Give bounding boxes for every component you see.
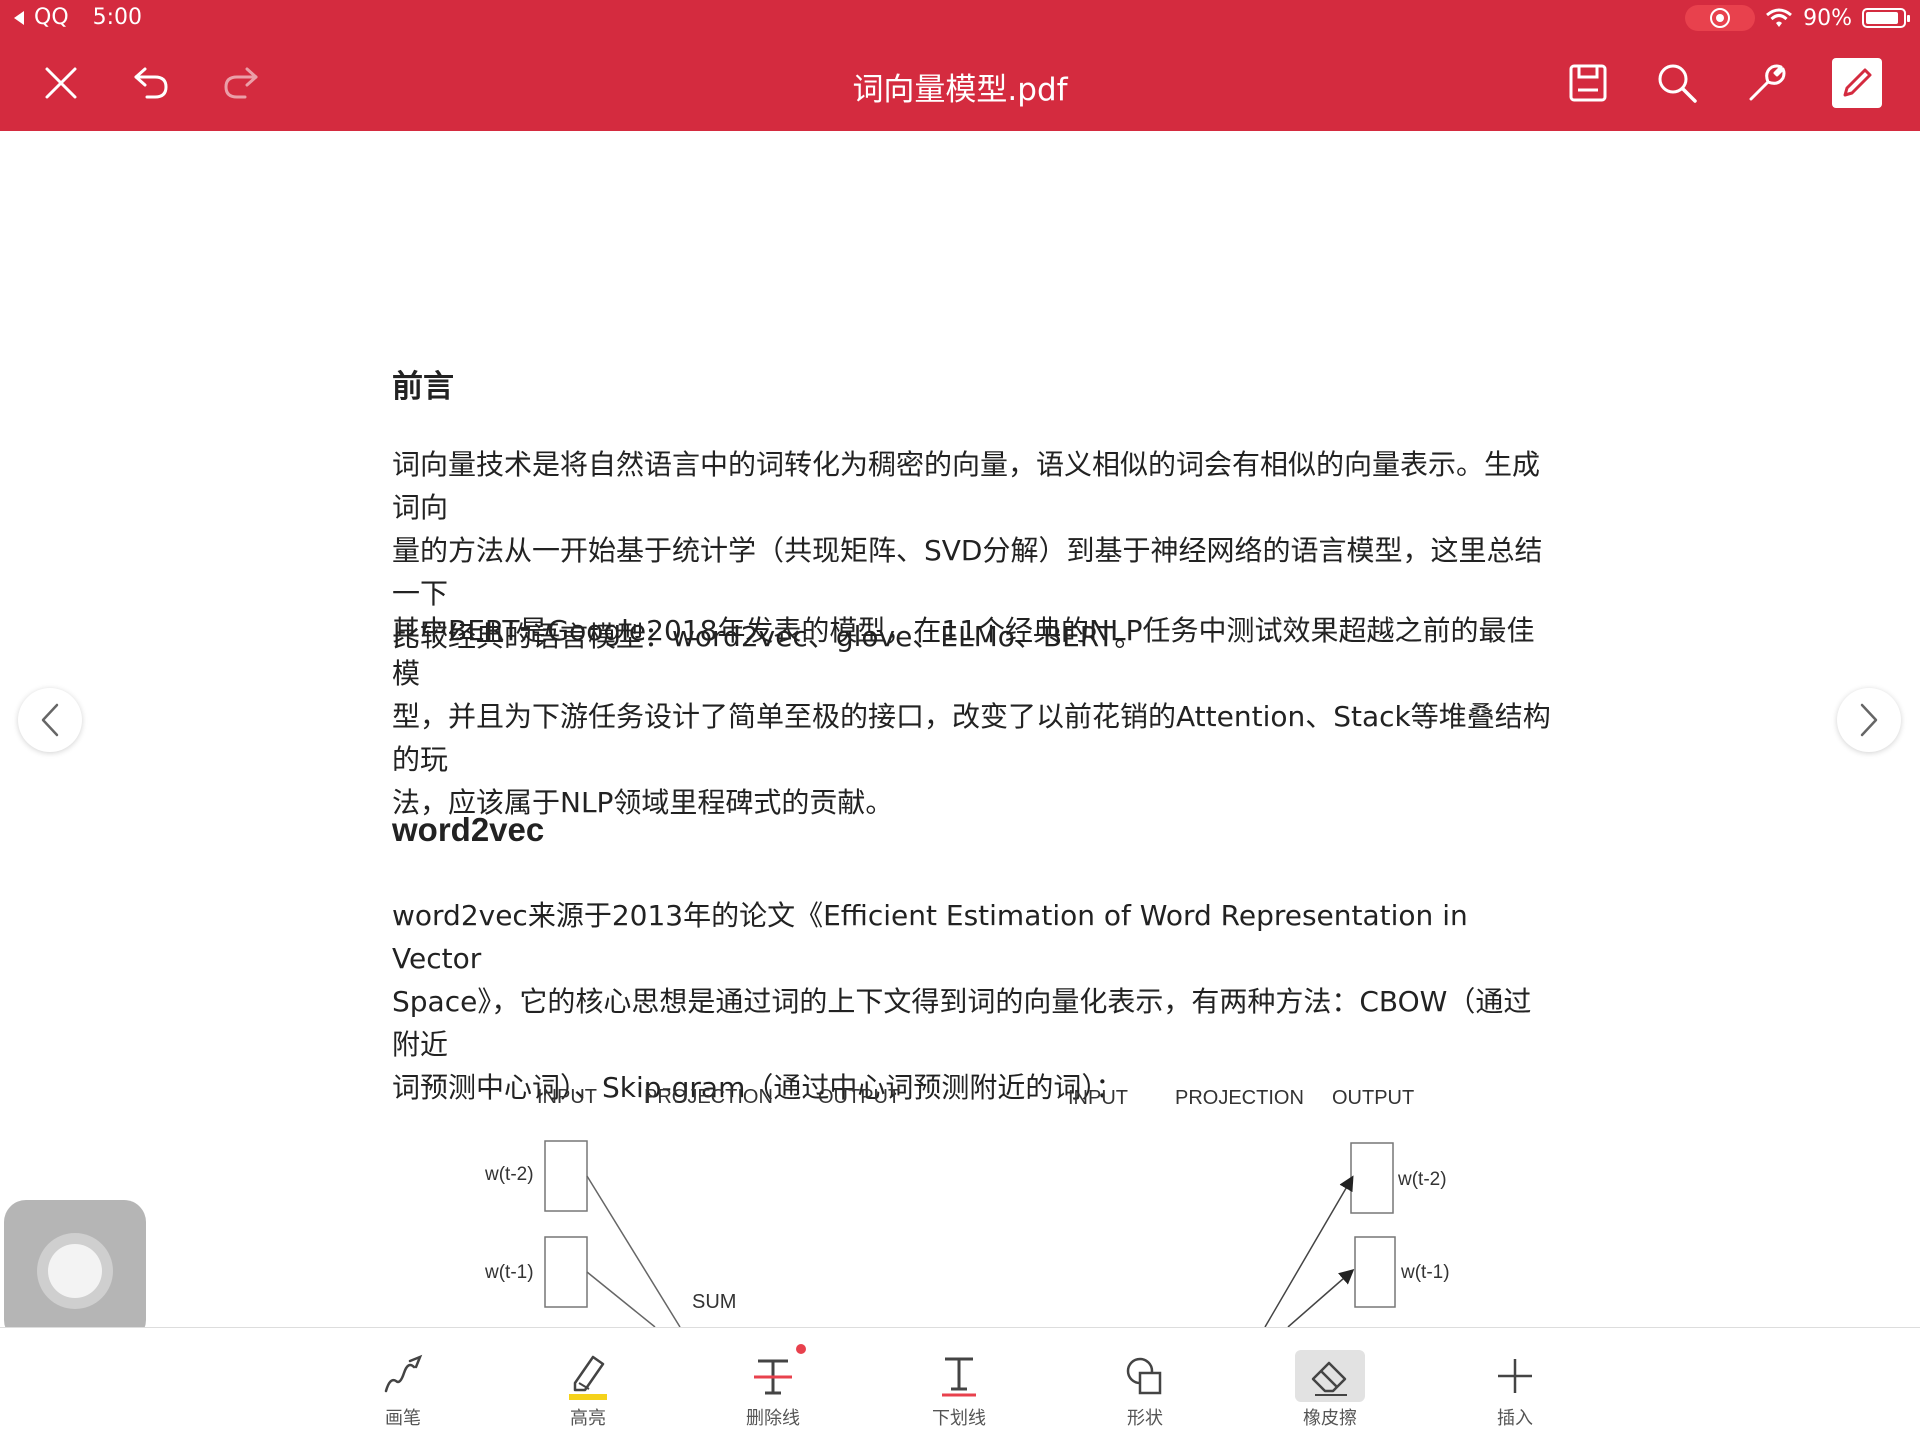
skipgram-output-box [1354, 1236, 1396, 1308]
battery-icon [1862, 8, 1910, 28]
tool-label: 形状 [1127, 1408, 1163, 1429]
tool-strikethrough[interactable]: 删除线 [718, 1328, 828, 1441]
back-app-label[interactable]: QQ [34, 5, 69, 30]
search-icon[interactable] [1652, 58, 1702, 108]
underline-icon [924, 1350, 994, 1402]
skipgram-output-box [1350, 1142, 1394, 1214]
wrench-icon[interactable] [1742, 58, 1792, 108]
wifi-icon [1766, 8, 1793, 27]
previous-page-button[interactable] [18, 688, 82, 752]
next-page-button[interactable] [1837, 688, 1901, 752]
tool-label: 橡皮擦 [1303, 1408, 1357, 1429]
strikethrough-active-dot [796, 1344, 806, 1354]
pen-icon [368, 1350, 438, 1402]
eraser-icon [1295, 1350, 1365, 1402]
chevron-right-icon [1860, 703, 1878, 737]
tool-insert[interactable]: 插入 [1460, 1328, 1570, 1441]
cbow-input-box [544, 1140, 588, 1212]
save-icon[interactable] [1563, 58, 1613, 108]
top-bar: QQ 5:00 90% 词向量模型.pdf [0, 0, 1920, 131]
tool-shape[interactable]: 形状 [1090, 1328, 1200, 1441]
strikethrough-icon [738, 1350, 808, 1402]
annotation-toolbar: 画笔 高亮 删除线 下划线 形状 橡皮擦 插入 [0, 1327, 1920, 1441]
annotate-mode-icon[interactable] [1832, 58, 1882, 108]
highlighter-icon [553, 1350, 623, 1402]
toolbar: 词向量模型.pdf [0, 36, 1920, 131]
pdf-page: 前言 词向量技术是将自然语言中的词转化为稠密的向量，语义相似的词会有相似的向量表… [0, 131, 1920, 1327]
close-icon[interactable] [36, 58, 86, 108]
assistive-touch-button[interactable] [4, 1200, 146, 1342]
tool-underline[interactable]: 下划线 [904, 1328, 1014, 1441]
chevron-left-icon [41, 703, 59, 737]
redo-icon[interactable] [216, 58, 266, 108]
tool-label: 画笔 [385, 1408, 421, 1429]
screen-record-icon[interactable] [1685, 5, 1756, 31]
status-bar: QQ 5:00 90% [0, 0, 1920, 36]
plus-icon [1480, 1350, 1550, 1402]
tool-label: 高亮 [570, 1408, 606, 1429]
figure-lines [544, 1140, 1396, 1327]
undo-icon[interactable] [126, 58, 176, 108]
status-time: 5:00 [92, 5, 143, 30]
document-title: 词向量模型.pdf [852, 72, 1068, 108]
tool-label: 删除线 [746, 1408, 800, 1429]
tool-label: 下划线 [932, 1408, 986, 1429]
word2vec-figure: INPUT PROJECTION OUTPUT w(t-2) w(t-1) SU… [0, 131, 1920, 1327]
tool-eraser[interactable]: 橡皮擦 [1275, 1328, 1385, 1441]
tool-highlight[interactable]: 高亮 [533, 1328, 643, 1441]
battery-percent: 90% [1803, 5, 1852, 31]
back-arrow-icon[interactable] [12, 10, 26, 26]
tool-pen[interactable]: 画笔 [348, 1328, 458, 1441]
cbow-input-box [544, 1236, 588, 1308]
shape-icon [1110, 1350, 1180, 1402]
tool-label: 插入 [1497, 1408, 1533, 1429]
